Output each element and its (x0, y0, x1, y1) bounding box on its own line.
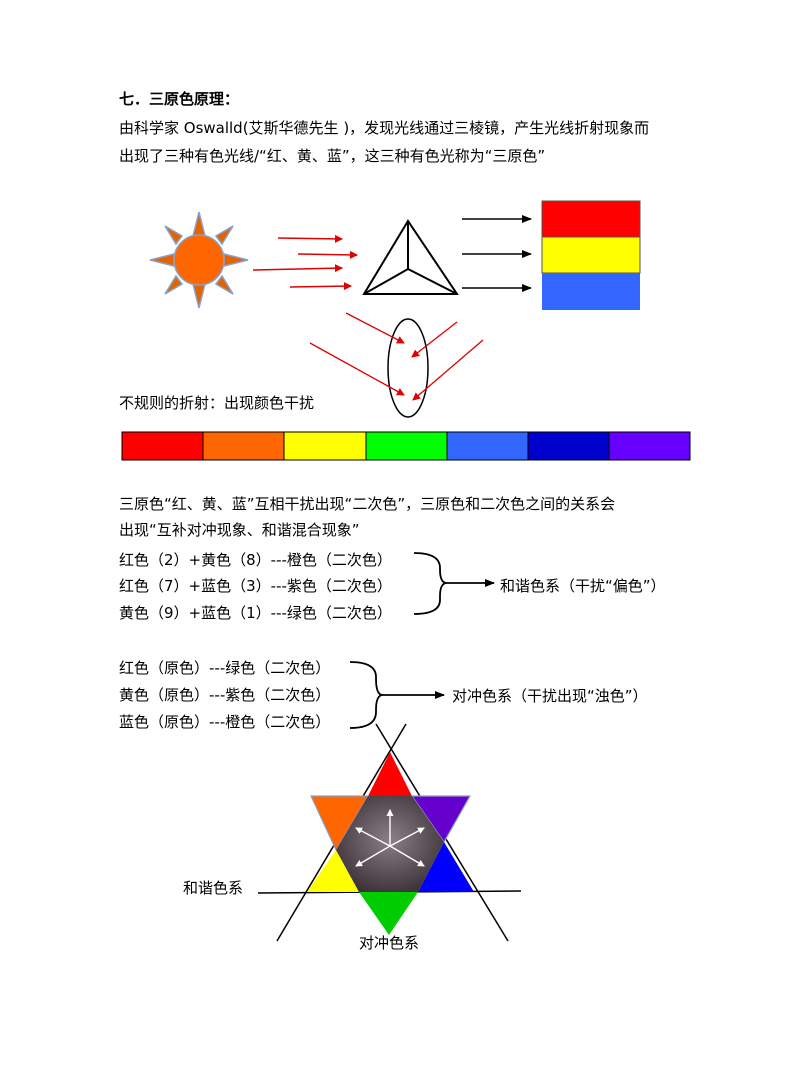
diagram-canvas (121, 200, 691, 942)
light-ray (252, 234, 358, 291)
output-arrow (462, 215, 532, 292)
primary-blue-box (542, 273, 640, 310)
water-droplet-icon (387, 318, 429, 418)
primary-red-box (541, 200, 641, 238)
star-red-point (368, 752, 412, 796)
spectrum-bar (121, 431, 691, 461)
star-green-point (359, 892, 418, 935)
sun-icon (149, 211, 249, 309)
prism-icon (362, 219, 459, 295)
harmony-brace (413, 552, 495, 615)
contrast-brace (349, 661, 445, 729)
color-star-diagram (257, 723, 522, 942)
primary-yellow-box (541, 236, 641, 274)
